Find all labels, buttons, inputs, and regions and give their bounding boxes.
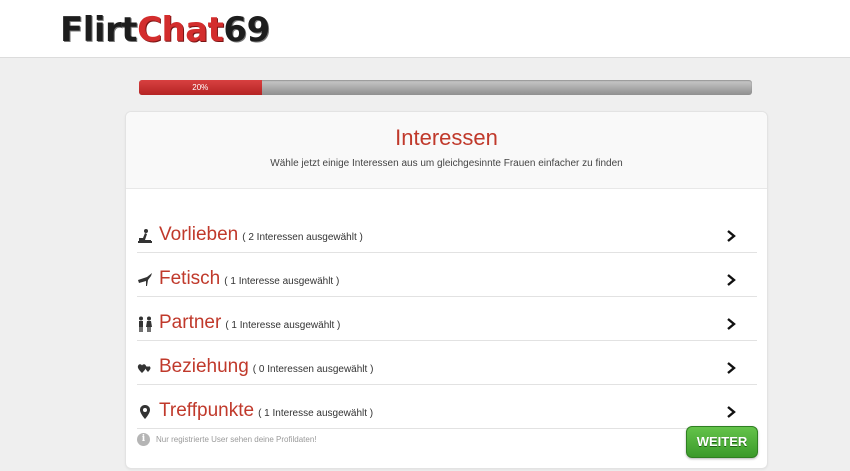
card-header: Interessen Wähle jetzt einige Interessen… (126, 112, 767, 189)
hearts-icon (137, 360, 153, 376)
interest-count: ( 1 Interesse ausgewählt ) (258, 408, 374, 419)
interest-name: Partner (159, 312, 222, 333)
couple-icon (137, 316, 153, 332)
page-title: Interessen (395, 125, 498, 150)
interest-count: ( 2 Interessen ausgewählt ) (242, 232, 363, 243)
logo-text-chat: Chat (137, 10, 224, 50)
interests-card: Interessen Wähle jetzt einige Interessen… (125, 111, 768, 469)
interest-row-fetisch[interactable]: Fetisch( 1 Interesse ausgewählt ) (137, 253, 757, 297)
chevron-right-icon (725, 317, 737, 331)
privacy-note: i Nur registrierte User sehen deine Profi… (137, 432, 317, 448)
interest-name: Fetisch (159, 268, 221, 289)
progress-bar: 20% (139, 80, 752, 95)
interest-count: ( 1 Interesse ausgewählt ) (225, 320, 341, 331)
page-subtitle: Wähle jetzt einige Interessen aus um gle… (270, 158, 623, 169)
interest-name: Beziehung (159, 356, 249, 377)
chevron-right-icon (725, 405, 737, 419)
logo-text-69: 69 (223, 10, 270, 50)
chevron-right-icon (725, 229, 737, 243)
interest-row-treffpunkte[interactable]: Treffpunkte( 1 Interesse ausgewählt ) (137, 385, 757, 429)
chevron-right-icon (725, 361, 737, 375)
interest-name: Treffpunkte (159, 400, 255, 421)
privacy-note-text: Nur registrierte User sehen deine Profil… (156, 435, 317, 444)
interest-row-beziehung[interactable]: Beziehung( 0 Interessen ausgewählt ) (137, 341, 757, 385)
interest-name: Vorlieben (159, 224, 239, 245)
interest-row-vorlieben[interactable]: Vorlieben( 2 Interessen ausgewählt ) (137, 209, 757, 253)
site-logo[interactable]: FlirtChat69 (60, 10, 270, 50)
progress-fill: 20% (139, 80, 262, 95)
site-header: FlirtChat69 (0, 0, 850, 58)
info-icon: i (137, 433, 150, 447)
heel-icon (137, 272, 153, 288)
map-marker-icon (137, 404, 153, 420)
chevron-right-icon (725, 273, 737, 287)
interest-count: ( 1 Interesse ausgewählt ) (224, 276, 340, 287)
interest-count: ( 0 Interessen ausgewählt ) (252, 364, 374, 375)
pose-icon (137, 228, 153, 244)
interest-row-partner[interactable]: Partner( 1 Interesse ausgewählt ) (137, 297, 757, 341)
weiter-button[interactable]: WEITER (686, 426, 758, 458)
logo-text-flirt: Flirt (60, 10, 138, 50)
